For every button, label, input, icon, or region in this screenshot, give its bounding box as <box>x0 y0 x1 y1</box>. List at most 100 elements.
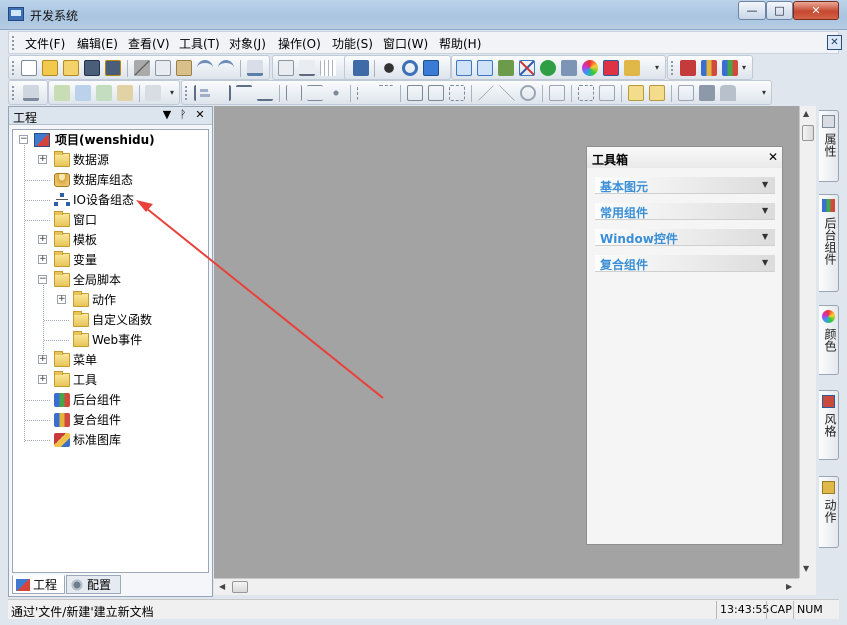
tree-item-database-config[interactable]: 数据库组态 <box>13 170 208 190</box>
undo-icon[interactable] <box>197 60 213 76</box>
copy-icon[interactable] <box>155 60 171 76</box>
align-top-icon[interactable] <box>236 85 252 101</box>
import-icon[interactable] <box>498 60 514 76</box>
tree-item-data-source[interactable]: + 数据源 <box>13 150 208 170</box>
tree-item-menu[interactable]: + 菜单 <box>13 350 208 370</box>
same-size-icon[interactable] <box>449 85 465 101</box>
color-icon[interactable] <box>582 60 598 76</box>
pin-icon[interactable]: ᚹ <box>176 108 190 121</box>
tree-root[interactable]: − 项目(wenshidu) <box>13 130 208 150</box>
ungroup-icon[interactable] <box>599 85 615 101</box>
print-icon[interactable] <box>561 60 577 76</box>
cut-icon[interactable] <box>134 60 150 76</box>
rotate-icon[interactable] <box>520 85 536 101</box>
center-vertical-icon[interactable] <box>307 85 323 101</box>
window-icon[interactable] <box>423 60 439 76</box>
group-icon[interactable] <box>549 85 565 101</box>
save-icon[interactable] <box>84 60 100 76</box>
align-right-icon[interactable] <box>215 85 231 101</box>
right-tab-action[interactable]: 动作 <box>819 476 839 548</box>
tree-item-io-device-config[interactable]: IO设备组态 <box>13 190 208 210</box>
menu-object[interactable]: 对象(J) <box>229 35 266 52</box>
toolbox-group-composite-components[interactable]: 复合组件 ▼ <box>595 255 775 272</box>
tree-item-web-event[interactable]: Web事件 <box>13 330 208 350</box>
composite-component-icon[interactable] <box>722 60 738 76</box>
redo-icon[interactable] <box>218 60 234 76</box>
right-tab-properties[interactable]: 属性 <box>819 110 839 182</box>
paste-icon[interactable] <box>176 60 192 76</box>
scroll-right-icon[interactable]: ▶ <box>786 582 792 591</box>
align-left-icon[interactable] <box>194 85 210 101</box>
right-tab-background-component[interactable]: 后台组件 <box>819 194 839 292</box>
right-tab-style[interactable]: 风格 <box>819 390 839 460</box>
insert-object-icon[interactable] <box>54 85 70 101</box>
configure-icon[interactable] <box>477 60 493 76</box>
scroll-down-icon[interactable]: ▼ <box>803 564 809 573</box>
refresh-icon[interactable] <box>402 60 418 76</box>
tab-config[interactable]: 配置 <box>66 575 121 594</box>
tree-item-background-component[interactable]: 后台组件 <box>13 390 208 410</box>
lock-icon[interactable] <box>720 85 736 101</box>
toolbar-overflow-icon[interactable]: ▾ <box>170 89 178 101</box>
save-all-icon[interactable] <box>105 60 121 76</box>
tab-project[interactable]: 工程 <box>12 575 65 594</box>
tree-item-action[interactable]: + 动作 <box>13 290 208 310</box>
toolbox-group-basic-shapes[interactable]: 基本图元 ▼ <box>595 177 775 194</box>
monitor-icon[interactable] <box>353 60 369 76</box>
menu-tools[interactable]: 工具(T) <box>179 35 220 52</box>
vertical-scroll-thumb[interactable] <box>802 125 814 141</box>
close-button[interactable]: ✕ <box>793 1 839 20</box>
toolbar-grip[interactable] <box>12 86 15 100</box>
vertical-scrollbar[interactable]: ▲ ▼ <box>799 106 816 578</box>
insert-picture-icon[interactable] <box>75 85 91 101</box>
send-back-icon[interactable] <box>649 85 665 101</box>
toolbar-overflow-icon[interactable]: ▾ <box>742 64 750 76</box>
menu-file[interactable]: 文件(F) <box>25 35 65 52</box>
toolbar-grip[interactable] <box>671 61 674 75</box>
expand-icon[interactable]: + <box>38 355 47 364</box>
tree-item-custom-function[interactable]: 自定义函数 <box>13 310 208 330</box>
toolbox-header[interactable]: 工具箱 ✕ <box>587 147 782 168</box>
expand-icon[interactable]: + <box>38 235 47 244</box>
menu-function[interactable]: 功能(S) <box>332 35 373 52</box>
menu-help[interactable]: 帮助(H) <box>439 35 481 52</box>
edit-icon[interactable] <box>145 85 161 101</box>
panel-dropdown-icon[interactable]: ▼ <box>160 108 174 121</box>
panel-close-icon[interactable]: ✕ <box>193 108 207 121</box>
menu-window[interactable]: 窗口(W) <box>383 35 428 52</box>
menu-edit[interactable]: 编辑(E) <box>77 35 118 52</box>
download-icon[interactable] <box>247 60 263 76</box>
grid-icon[interactable] <box>320 60 336 76</box>
minimize-button[interactable]: — <box>738 1 766 20</box>
properties-icon[interactable] <box>456 60 472 76</box>
bring-front-icon[interactable] <box>628 85 644 101</box>
tree-item-tools[interactable]: + 工具 <box>13 370 208 390</box>
collapse-icon[interactable]: − <box>38 275 47 284</box>
mdi-close-icon[interactable]: ✕ <box>827 35 842 50</box>
tree-item-window[interactable]: 窗口 <box>13 210 208 230</box>
menu-view[interactable]: 查看(V) <box>128 35 170 52</box>
flip-horizontal-icon[interactable] <box>478 85 494 101</box>
run-icon[interactable] <box>540 60 556 76</box>
menubar-grip[interactable] <box>12 36 15 50</box>
tree-item-variable[interactable]: + 变量 <box>13 250 208 270</box>
toolbar-overflow-icon[interactable]: ▾ <box>655 64 663 76</box>
tree-item-global-script[interactable]: − 全局脚本 <box>13 270 208 290</box>
scroll-up-icon[interactable]: ▲ <box>803 109 809 118</box>
space-horizontal-icon[interactable] <box>357 85 373 101</box>
same-width-icon[interactable] <box>407 85 423 101</box>
new-file-icon[interactable] <box>21 60 37 76</box>
open-folder-icon[interactable] <box>63 60 79 76</box>
tree-item-standard-library[interactable]: 标准图库 <box>13 430 208 450</box>
layer-icon[interactable] <box>603 60 619 76</box>
menu-operation[interactable]: 操作(O) <box>278 35 321 52</box>
maximize-button[interactable]: □ <box>766 1 793 20</box>
background-component-icon[interactable] <box>701 60 717 76</box>
duplicate-icon[interactable] <box>678 85 694 101</box>
expand-icon[interactable]: + <box>38 155 47 164</box>
toolbar-grip[interactable] <box>12 61 15 75</box>
expand-icon[interactable]: + <box>38 255 47 264</box>
toolbox-group-window-controls[interactable]: Window控件 ▼ <box>595 229 775 246</box>
tools-icon[interactable] <box>519 60 535 76</box>
same-height-icon[interactable] <box>428 85 444 101</box>
